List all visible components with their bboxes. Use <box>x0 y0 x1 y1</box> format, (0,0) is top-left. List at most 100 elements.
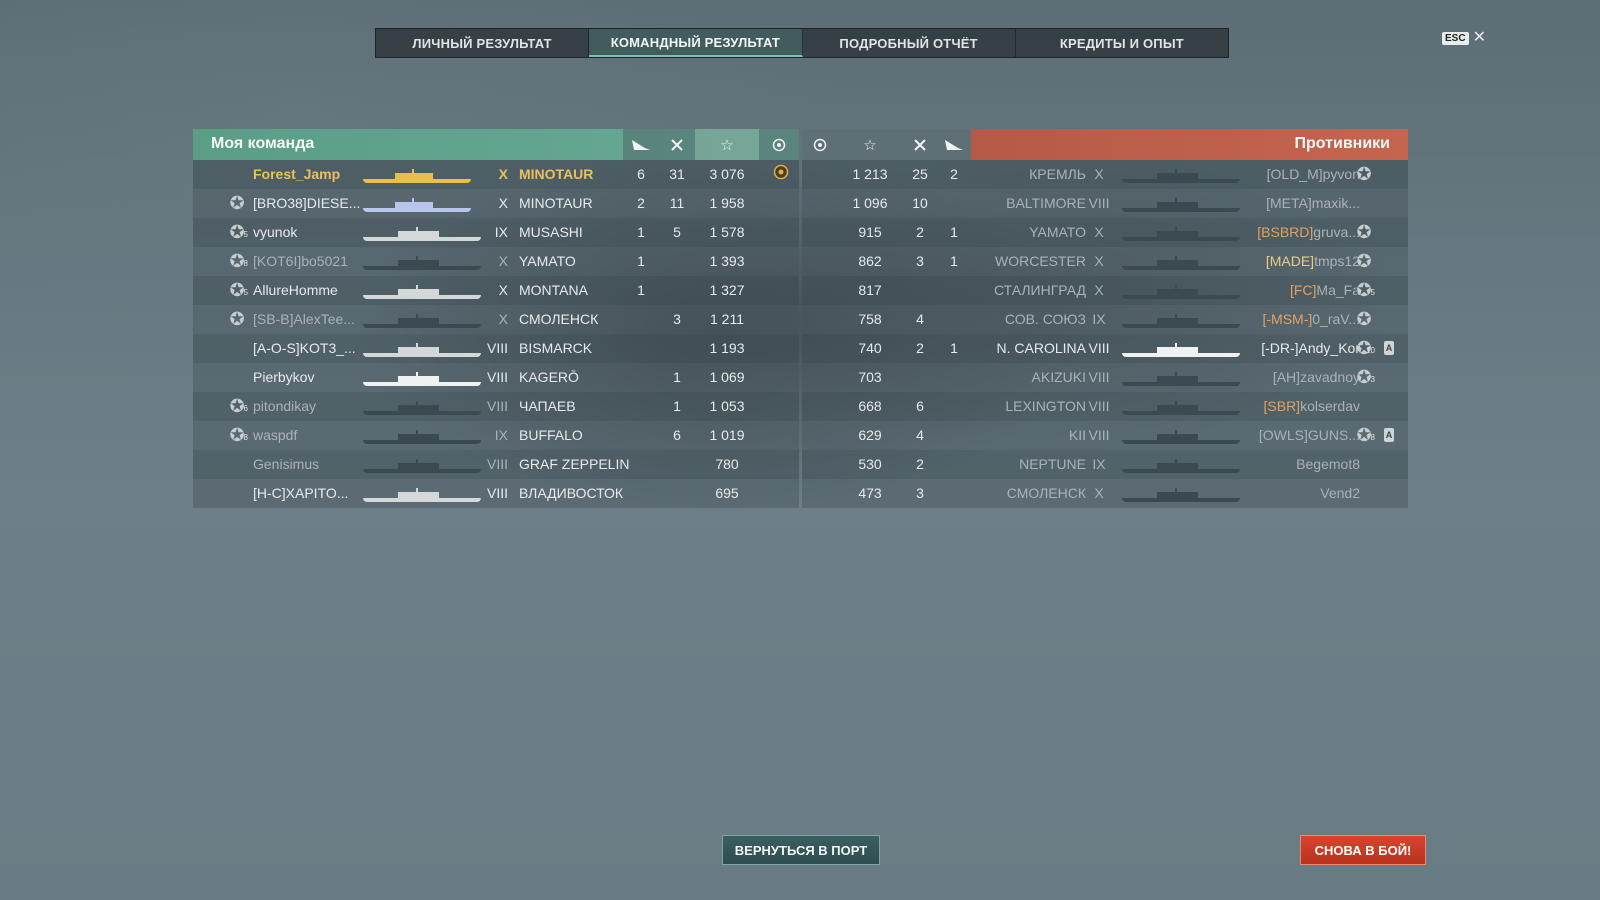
kills: 1 <box>673 369 681 385</box>
kills: 6 <box>673 427 681 443</box>
table-row[interactable]: 629 4 KII VIII [OWLS]GUNS... ✪ 8 A <box>802 421 1408 450</box>
table-row[interactable]: 915 2 1 YAMATO X [BSBRD]gruva... ✪ <box>802 218 1408 247</box>
tab-team-result[interactable]: КОМАНДНЫЙ РЕЗУЛЬТАТ <box>589 29 803 57</box>
table-row[interactable]: 530 2 NEPTUNE IX Begemot8 <box>802 450 1408 479</box>
ship-superstructure <box>1157 202 1198 208</box>
ship-name: BISMARCK <box>519 340 593 356</box>
ship-hull <box>363 208 471 212</box>
tab-personal-result[interactable]: ЛИЧНЫЙ РЕЗУЛЬТАТ <box>376 29 590 57</box>
kills-icon <box>902 129 938 160</box>
table-row[interactable]: 473 3 СМОЛЕНСК X Vend2 <box>802 479 1408 508</box>
ship-superstructure <box>1157 463 1198 469</box>
ship-name: СМОЛЕНСК <box>519 311 599 327</box>
clan-tag: [KOT6I] <box>253 253 302 269</box>
battle-again-button[interactable]: СНОВА В БОЙ! <box>1300 835 1426 865</box>
ship-hull <box>363 440 481 444</box>
ship-tier: VIII <box>486 340 508 356</box>
table-row[interactable]: Genisimus VIII GRAF ZEPPELIN 780 <box>193 450 799 479</box>
rank-star-icon: ✪ <box>1356 164 1372 184</box>
clan-tag: [AH] <box>1272 369 1301 385</box>
table-row[interactable]: 703 AKIZUKI VIII [AH]zavadnoy ✪ 3 <box>802 363 1408 392</box>
plane-kills: 1 <box>637 224 645 240</box>
rank-number: 5 <box>243 288 248 297</box>
table-row[interactable]: [A-O-S]KOT3_... VIII BISMARCK 1 193 <box>193 334 799 363</box>
ship-mast <box>416 430 418 440</box>
table-row[interactable]: ✪ 8 [KOT6I]bo5021 X YAMATO 1 1 393 <box>193 247 799 276</box>
return-to-port-button[interactable]: ВЕРНУТЬСЯ В ПОРТ <box>722 835 880 865</box>
ship-mast <box>1175 256 1177 266</box>
ship-superstructure <box>398 260 439 266</box>
ship-silhouette-icon <box>363 343 481 357</box>
table-row[interactable]: 758 4 СОВ. СОЮЗ IX [-MSM-]0_raV... ✪ <box>802 305 1408 334</box>
experience: 780 <box>715 456 739 472</box>
ship-silhouette-icon <box>363 256 481 270</box>
esc-close-button[interactable]: ESC ✕ <box>1442 30 1486 46</box>
player-name: Begemot8 <box>1222 456 1360 472</box>
player-name: [SB-B]AlexTee... <box>253 311 355 327</box>
player-name: [META]maxik... <box>1222 195 1360 211</box>
table-row[interactable]: ✪ 8 waspdf IX BUFFALO 6 1 019 <box>193 421 799 450</box>
rank-number: 8 <box>243 259 248 268</box>
ship-mast <box>416 343 418 353</box>
table-row[interactable]: Pierbykov VIII KAGERŌ 1 1 069 <box>193 363 799 392</box>
table-row[interactable]: [H-C]XAPITO... VIII ВЛАДИВОСТОК 695 <box>193 479 799 508</box>
ship-superstructure <box>395 202 433 208</box>
ship-mast <box>1175 285 1177 295</box>
ship-mast <box>416 488 418 498</box>
table-row[interactable]: ✪ 5 vyunok IX MUSASHI 1 5 1 578 <box>193 218 799 247</box>
ship-silhouette-icon <box>363 459 481 473</box>
player-nickname: AllureHomme <box>253 282 338 298</box>
ship-tier: X <box>498 282 508 298</box>
table-row[interactable]: Forest_Jamp X MINOTAUR 6 31 3 076 <box>193 160 799 189</box>
experience-star-icon: ☆ <box>695 129 759 160</box>
table-row[interactable]: ✪ [BRO38]DIESE... X MINOTAUR 2 11 1 958 <box>193 189 799 218</box>
player-nickname: KOT3_... <box>299 340 356 356</box>
player-nickname: kolserdav <box>1300 398 1360 414</box>
player-name: [-DR-]Andy_Kor <box>1222 340 1360 356</box>
kills: 5 <box>673 224 681 240</box>
tab-credits-xp[interactable]: КРЕДИТЫ И ОПЫТ <box>1016 29 1228 57</box>
experience: 1 019 <box>709 427 745 443</box>
ship-superstructure <box>398 405 439 411</box>
table-row[interactable]: 817 СТАЛИНГРАД X [FC]Ma_Fa ✪ 5 <box>802 276 1408 305</box>
plane-kills: 1 <box>950 253 958 269</box>
plane-kills: 1 <box>950 224 958 240</box>
player-name: [H-C]XAPITO... <box>253 485 348 501</box>
ship-silhouette-icon <box>363 198 471 212</box>
ship-superstructure <box>398 347 439 353</box>
rank-number: 5 <box>243 230 248 239</box>
kills: 3 <box>916 253 924 269</box>
table-row[interactable]: ✪ 6 pitondikay VIII ЧАПАЕВ 1 1 053 <box>193 392 799 421</box>
table-row[interactable]: 1 096 10 BALTIMORE VIII [META]maxik... <box>802 189 1408 218</box>
ship-silhouette-icon <box>363 372 481 386</box>
clan-tag: [MADE] <box>1265 253 1315 269</box>
ship-mast <box>416 372 418 382</box>
ship-name: YAMATO <box>1029 224 1086 240</box>
ship-mast <box>416 459 418 469</box>
table-row[interactable]: 862 3 1 WORCESTER X [MADE]tmps12 ✪ <box>802 247 1408 276</box>
my-team-title: Моя команда <box>211 135 315 152</box>
experience: 740 <box>858 340 882 356</box>
ship-mast <box>1175 227 1177 237</box>
ship-tier: VIII <box>1088 427 1110 443</box>
experience: 1 393 <box>709 253 745 269</box>
kills: 3 <box>673 311 681 327</box>
table-row[interactable]: 668 6 LEXINGTON VIII [SBR]kolserdav <box>802 392 1408 421</box>
table-row[interactable]: 740 2 1 N. CAROLINA VIII [-DR-]Andy_Kor ✪ 10 A <box>802 334 1408 363</box>
plane-kills: 2 <box>637 195 645 211</box>
kills: 6 <box>916 398 924 414</box>
ship-name: YAMATO <box>519 253 576 269</box>
clan-tag: [OWLS] <box>1258 427 1308 443</box>
tab-detailed-report[interactable]: ПОДРОБНЫЙ ОТЧЁТ <box>803 29 1016 57</box>
table-row[interactable]: ✪ [SB-B]AlexTee... X СМОЛЕНСК 3 1 211 <box>193 305 799 334</box>
rank-star-icon: ✪ 8 <box>226 250 248 272</box>
ship-name: WORCESTER <box>995 253 1086 269</box>
ship-superstructure <box>398 318 439 324</box>
ship-hull <box>363 498 481 502</box>
ship-superstructure <box>1157 231 1198 237</box>
ship-tier: X <box>498 311 508 327</box>
table-row[interactable]: 1 213 25 2 КРЕМЛЬ X [OLD_M]pyvon ✪ <box>802 160 1408 189</box>
table-row[interactable]: ✪ 5 AllureHomme X MONTANA 1 1 327 <box>193 276 799 305</box>
player-name: [A-O-S]KOT3_... <box>253 340 356 356</box>
ship-hull <box>363 324 481 328</box>
